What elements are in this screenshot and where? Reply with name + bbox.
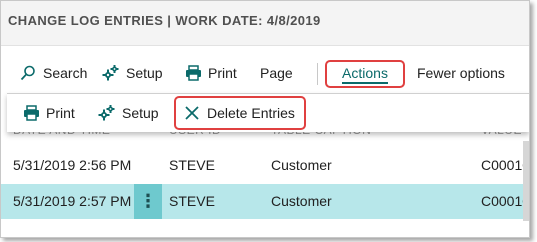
search-icon xyxy=(19,64,37,82)
submenu-setup-label: Setup xyxy=(122,105,159,121)
gears-icon xyxy=(102,64,120,82)
page-label: Page xyxy=(260,65,293,81)
printer-icon xyxy=(184,64,202,82)
action-divider xyxy=(317,63,318,85)
cell-user-id: STEVE xyxy=(169,157,215,173)
actions-submenu: Print Setup Delete Entries xyxy=(7,93,529,132)
vertical-scrollbar[interactable] xyxy=(523,141,529,221)
action-bar: Search Setup Print Page Actions Fewer op… xyxy=(1,55,529,91)
printer-icon xyxy=(22,104,40,122)
delete-entries-item[interactable]: Delete Entries xyxy=(183,94,295,132)
page-window: CHANGE LOG ENTRIES | WORK DATE: 4/8/2019… xyxy=(0,0,530,238)
search-action[interactable]: Search xyxy=(19,55,87,91)
submenu-print-label: Print xyxy=(46,105,75,121)
row-menu-button[interactable]: ⋮ xyxy=(134,184,162,219)
cell-date-time: 5/31/2019 2:56 PM xyxy=(13,157,132,173)
print-label: Print xyxy=(208,65,237,81)
cell-date-time: 5/31/2019 2:57 PM xyxy=(13,193,132,209)
more-vertical-icon: ⋮ xyxy=(139,191,157,211)
submenu-setup-item[interactable]: Setup xyxy=(98,94,159,132)
table-row-selected[interactable]: 5/31/2019 2:57 PM ⋮ STEVE Customer C0001… xyxy=(1,184,529,219)
setup-action[interactable]: Setup xyxy=(102,55,163,91)
delete-x-icon xyxy=(183,104,201,122)
actions-label: Actions xyxy=(342,64,388,84)
actions-tab[interactable]: Actions xyxy=(325,60,405,88)
page-title: CHANGE LOG ENTRIES | WORK DATE: 4/8/2019 xyxy=(8,13,321,28)
table-row[interactable]: 5/31/2019 2:56 PM STEVE Customer C00010 xyxy=(1,148,529,183)
fewer-options-label: Fewer options xyxy=(417,65,505,81)
cell-user-id: STEVE xyxy=(169,193,215,209)
delete-entries-label: Delete Entries xyxy=(207,105,295,121)
print-action[interactable]: Print xyxy=(184,55,237,91)
cell-table-caption: Customer xyxy=(271,193,332,209)
page-action[interactable]: Page xyxy=(260,55,293,91)
gears-icon xyxy=(98,104,116,122)
submenu-print-item[interactable]: Print xyxy=(22,94,75,132)
fewer-options-button[interactable]: Fewer options xyxy=(417,55,505,91)
title-bar: CHANGE LOG ENTRIES | WORK DATE: 4/8/2019 xyxy=(1,1,529,46)
cell-table-caption: Customer xyxy=(271,157,332,173)
search-label: Search xyxy=(43,65,88,81)
setup-label: Setup xyxy=(126,65,163,81)
